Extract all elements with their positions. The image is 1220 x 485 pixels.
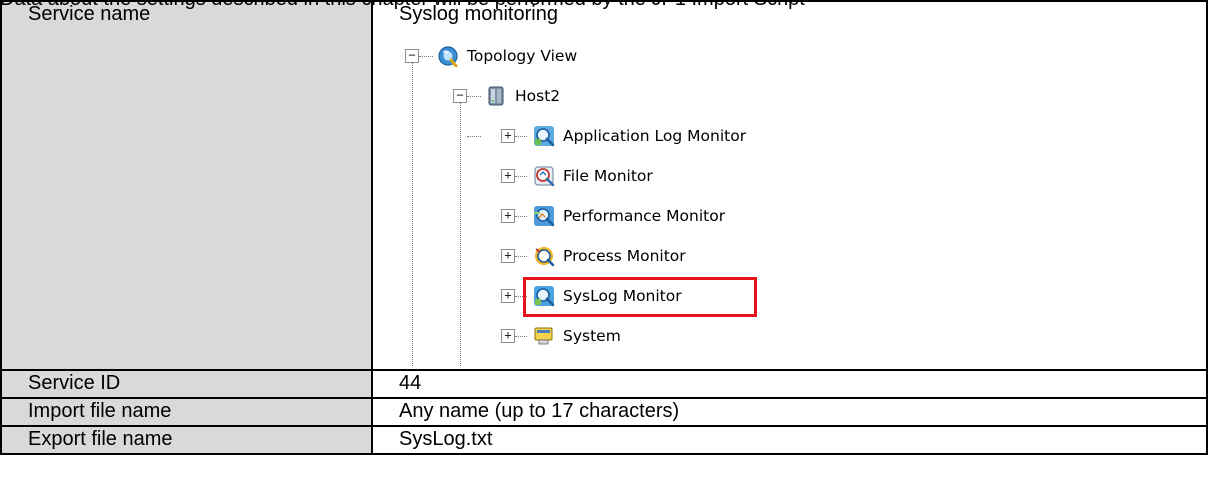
tree-guide-line [467,136,481,137]
table-row: Service ID 44 [0,369,1208,399]
import-file-name-label: Import file name [0,397,373,427]
tree-node-label: File Monitor [563,167,653,185]
tree-guide-line [467,96,481,97]
tree-guide-line [412,62,413,366]
service-name-label: Service name [0,0,373,371]
expand-toggle[interactable]: + [501,329,515,343]
tree-node-label: System [563,327,621,345]
tree-node-process-monitor[interactable]: Process Monitor [533,244,686,268]
tree-node-performance-monitor[interactable]: Performance Monitor [533,204,725,228]
tree-guide-line [460,102,461,366]
collapse-toggle[interactable]: − [453,89,467,103]
application-log-monitor-icon [534,126,555,147]
tree-guide-line [515,176,527,177]
expand-toggle[interactable]: + [501,249,515,263]
expand-toggle[interactable]: + [501,209,515,223]
tree-node-host2[interactable]: Host2 [485,84,560,108]
service-id-label: Service ID [0,369,373,399]
tree-guide-line [515,256,527,257]
table-row: Export file name SysLog.txt [0,425,1208,455]
tree-node-label: Process Monitor [563,247,686,265]
tree-node-system[interactable]: System [533,324,621,348]
expand-toggle[interactable]: + [501,169,515,183]
service-info-table: Service name Syslog monitoring − Topolog… [0,0,1208,455]
host-icon [488,86,504,106]
export-file-name-value: SysLog.txt [371,425,1208,455]
document-page: Service name Syslog monitoring − Topolog… [0,0,1220,485]
topology-view-icon [438,46,458,67]
tree-node-label: Topology View [467,47,578,65]
table-row: Service name Syslog monitoring − Topolog… [0,0,1208,371]
tree-node-label: Application Log Monitor [563,127,747,145]
cut-off-heading-text: Data about the settings described in thi… [0,0,805,10]
tree-node-application-log-monitor[interactable]: Application Log Monitor [533,124,746,148]
performance-monitor-icon [534,206,555,227]
table-row: Import file name Any name (up to 17 char… [0,397,1208,427]
service-id-value: 44 [371,369,1208,399]
tree-guide-line [419,56,433,57]
tree-node-label: Host2 [515,87,561,105]
expand-toggle[interactable]: + [501,289,515,303]
tree-guide-line [515,136,527,137]
topology-tree-screenshot: − Topology View − Host2 + Application Lo… [399,26,869,366]
import-file-name-value: Any name (up to 17 characters) [371,397,1208,427]
tree-guide-line [515,336,527,337]
service-name-cell: Syslog monitoring − Topology View − Host… [371,0,1208,371]
tree-node-file-monitor[interactable]: File Monitor [533,164,653,188]
collapse-toggle[interactable]: − [405,49,419,63]
expand-toggle[interactable]: + [501,129,515,143]
process-monitor-icon [535,247,555,267]
tree-guide-line [515,216,527,217]
tree-node-topology-view[interactable]: Topology View [437,44,577,68]
file-monitor-icon [534,166,555,187]
export-file-name-label: Export file name [0,425,373,455]
highlight-box [523,277,757,317]
system-icon [534,327,553,345]
tree-node-label: Performance Monitor [563,207,726,225]
